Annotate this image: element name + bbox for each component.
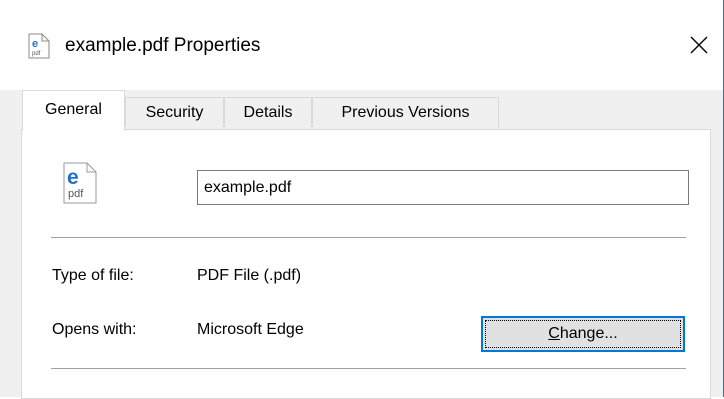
tab-security[interactable]: Security	[125, 97, 224, 127]
window-title: example.pdf Properties	[65, 35, 261, 56]
close-icon	[690, 36, 708, 54]
svg-text:pdf: pdf	[68, 188, 84, 200]
divider-top	[51, 237, 686, 238]
type-of-file-value: PDF File (.pdf)	[197, 267, 302, 284]
file-name-input[interactable]	[197, 170, 689, 205]
tab-details[interactable]: Details	[224, 97, 312, 127]
svg-text:pdf: pdf	[32, 51, 41, 57]
pdf-file-icon: e pdf	[28, 33, 50, 59]
close-button[interactable]	[682, 28, 716, 62]
tab-general[interactable]: General	[22, 90, 125, 131]
svg-text:e: e	[67, 166, 79, 189]
change-button[interactable]: Change...	[481, 316, 685, 352]
edge-pdf-file-icon: e pdf	[63, 162, 97, 204]
divider-bottom	[51, 368, 686, 369]
opens-with-value: Microsoft Edge	[197, 321, 304, 338]
tab-previous-versions[interactable]: Previous Versions	[312, 97, 499, 127]
properties-dialog: e pdf example.pdf Properties General Sec…	[0, 0, 724, 399]
tab-strip: General Security Details Previous Versio…	[0, 90, 723, 131]
focus-rectangle	[485, 320, 681, 348]
svg-text:e: e	[32, 38, 38, 50]
title-bar[interactable]: e pdf example.pdf Properties	[0, 0, 723, 90]
opens-with-label: Opens with:	[52, 321, 137, 338]
type-of-file-label: Type of file:	[52, 267, 134, 284]
